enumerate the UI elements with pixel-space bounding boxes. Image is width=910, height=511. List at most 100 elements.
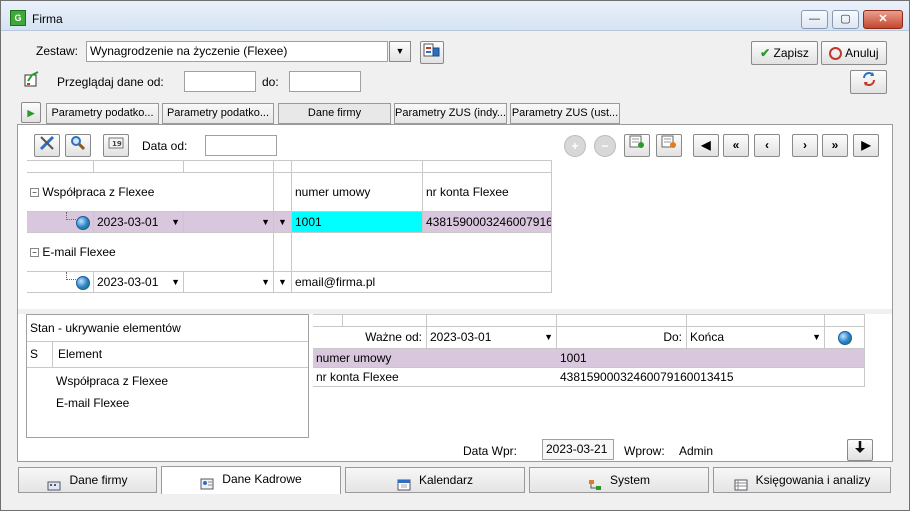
tab-parametry-podatkowe-1[interactable]: Parametry podatko...: [46, 103, 159, 124]
bottom-tab-label: Kalendarz: [418, 473, 474, 487]
przegladaj-to-input[interactable]: [289, 71, 361, 92]
stan-col-s: S: [27, 342, 53, 368]
detail-header-cell: [313, 314, 343, 327]
zestaw-settings-icon[interactable]: [420, 41, 444, 64]
tree-leaf-row: [27, 272, 94, 293]
bottom-tab-ksiegowania[interactable]: Księgowania i analizy: [713, 467, 891, 493]
grid-header-cell: [423, 160, 552, 173]
group-row-wspolpraca[interactable]: − Współpraca z Flexee: [27, 173, 274, 212]
tab-parametry-zus-ust[interactable]: Parametry ZUS (ust...: [510, 103, 620, 124]
date-value: 2023-03-01: [97, 215, 159, 229]
dropdown-arrow-icon[interactable]: ▼: [261, 272, 270, 292]
bottom-tab-dane-kadrowe[interactable]: Dane Kadrowe: [161, 466, 341, 494]
dropdown-arrow-icon[interactable]: ▼: [274, 212, 292, 233]
do-detail-label: Do:: [557, 327, 687, 349]
przegladaj-label: Przeglądaj dane od:: [57, 75, 164, 89]
do-select[interactable]: Końca ▼: [687, 327, 825, 349]
date-cell[interactable]: 2023-03-01 ▼: [94, 212, 184, 233]
last-icon[interactable]: ▶: [853, 134, 879, 157]
collapse-icon[interactable]: −: [30, 188, 39, 198]
wazne-od-label: Ważne od:: [313, 327, 427, 349]
data-od-input[interactable]: [205, 135, 277, 156]
dropdown-arrow-icon[interactable]: ▼: [261, 212, 270, 232]
globe-icon: [76, 215, 90, 230]
zestaw-label: Zestaw:: [36, 44, 79, 58]
next-page-icon[interactable]: »: [822, 134, 848, 157]
save-label: Zapisz: [773, 46, 809, 60]
date-cell[interactable]: 2023-03-01 ▼: [94, 272, 184, 293]
collapse-icon[interactable]: −: [30, 248, 39, 258]
tools-icon[interactable]: [34, 134, 60, 157]
wazne-od-select[interactable]: 2023-03-01 ▼: [427, 327, 557, 349]
close-button[interactable]: ✕: [863, 10, 903, 29]
detail-row-value[interactable]: 1001: [557, 349, 865, 368]
person-card-icon: [200, 474, 214, 490]
detail-globe-cell[interactable]: [825, 327, 865, 349]
bottom-tab-label: Dane firmy: [69, 473, 128, 487]
empty-dropdown-cell[interactable]: ▼: [184, 212, 274, 233]
add-icon[interactable]: +: [564, 135, 586, 157]
next-icon[interactable]: ›: [792, 134, 818, 157]
zestaw-select[interactable]: Wynagrodzenie na życzenie (Flexee): [86, 41, 388, 62]
stan-col-element: Element: [53, 342, 308, 368]
stan-title: Stan - ukrywanie elementów: [27, 315, 308, 342]
bottom-tab-system[interactable]: System: [529, 467, 709, 493]
globe-icon: [837, 330, 852, 345]
tab-parametry-zus-indy[interactable]: Parametry ZUS (indy...: [394, 103, 507, 124]
numer-umowy-cell[interactable]: 1001: [292, 212, 423, 233]
maximize-button[interactable]: ▢: [832, 10, 859, 29]
detail-header-cell: [343, 314, 427, 327]
data-wpr-value: 2023-03-21: [542, 439, 614, 460]
delete-record-icon[interactable]: [656, 134, 682, 157]
email-cell[interactable]: email@firma.pl: [292, 272, 552, 293]
detail-row-value[interactable]: 43815900032460079160013415: [557, 368, 865, 387]
arrow-down-icon[interactable]: [847, 439, 873, 461]
detail-row-label: nr konta Flexee: [313, 368, 557, 387]
przegladaj-from-input[interactable]: [184, 71, 256, 92]
prev-icon[interactable]: ‹: [754, 134, 780, 157]
nr-konta-cell[interactable]: 4381590003246007916...: [423, 212, 552, 233]
stan-item[interactable]: Współpraca z Flexee: [56, 374, 168, 388]
tab-dane-firmy[interactable]: Dane firmy: [278, 103, 391, 124]
first-icon[interactable]: ◀: [693, 134, 719, 157]
cancel-icon: [829, 47, 843, 61]
detail-header-cell: [557, 314, 687, 327]
bottom-tab-dane-firmy[interactable]: Dane firmy: [18, 467, 157, 493]
detail-header-cell: [687, 314, 825, 327]
globe-icon: [76, 275, 90, 290]
cancel-button[interactable]: Anuluj: [821, 41, 887, 65]
empty-dropdown-cell[interactable]: ▼: [184, 272, 274, 293]
checkmark-icon: ✔: [760, 46, 771, 60]
group-row-email[interactable]: − E-mail Flexee: [27, 233, 274, 272]
title-bar[interactable]: G Firma — ▢ ✕: [1, 1, 909, 31]
wprow-value: Admin: [679, 444, 714, 458]
remove-icon[interactable]: −: [594, 135, 616, 157]
refresh-icon[interactable]: [850, 70, 887, 94]
grid-header-cell: [292, 160, 423, 173]
tab-parametry-podatkowe-2[interactable]: Parametry podatko...: [162, 103, 274, 124]
grid-spacer: [274, 173, 292, 212]
tree-connector: [66, 272, 76, 280]
tree-connector: [66, 212, 76, 220]
tree-leaf-row: [27, 212, 94, 233]
prev-page-icon[interactable]: «: [723, 134, 749, 157]
dropdown-arrow-icon[interactable]: ▼: [274, 272, 292, 293]
tab-scroll-right-icon[interactable]: ▶: [21, 102, 41, 123]
add-record-icon[interactable]: [624, 134, 650, 157]
search-icon[interactable]: [65, 134, 91, 157]
grid-header-cell: [274, 160, 292, 173]
browse-dates-icon: [24, 71, 40, 87]
stan-item[interactable]: E-mail Flexee: [56, 396, 129, 410]
dropdown-arrow-icon[interactable]: ▼: [812, 327, 821, 348]
minimize-button[interactable]: —: [801, 10, 828, 29]
detail-header-cell: [825, 314, 865, 327]
bottom-tab-kalendarz[interactable]: Kalendarz: [345, 467, 525, 493]
dropdown-arrow-icon[interactable]: ▼: [544, 327, 553, 348]
save-button[interactable]: ✔ Zapisz: [751, 41, 818, 65]
grid-header-cell: [184, 160, 274, 173]
dropdown-arrow-icon[interactable]: ▼: [171, 272, 180, 292]
grid-spacer: [292, 233, 552, 272]
zestaw-dropdown-button[interactable]: ▼: [389, 41, 411, 62]
dropdown-arrow-icon[interactable]: ▼: [171, 212, 180, 232]
calendar-number-icon[interactable]: 19: [103, 134, 129, 157]
